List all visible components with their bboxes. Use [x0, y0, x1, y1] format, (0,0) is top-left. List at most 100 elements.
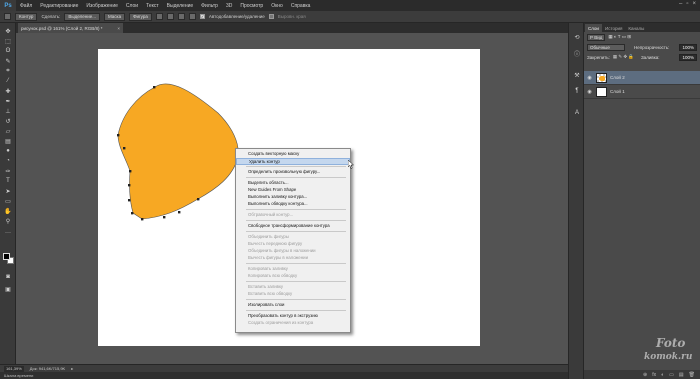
context-menu-item[interactable]: Определить произвольную фигуру... [236, 169, 350, 176]
context-menu-item[interactable]: New Guides From Shape [236, 187, 350, 194]
stamp-tool-icon[interactable]: ⊥ [3, 107, 13, 115]
pen-tool-icon[interactable] [4, 13, 11, 20]
hand-tool-icon[interactable]: ✋ [3, 207, 13, 215]
blur-tool-icon[interactable]: ● [3, 147, 13, 155]
gradient-tool-icon[interactable]: ▤ [3, 137, 13, 145]
context-menu-item: Вставить всю обводку [248, 290, 293, 296]
gear-icon[interactable] [188, 13, 196, 20]
properties-panel-icon[interactable]: ⓘ [573, 49, 581, 58]
history-brush-tool-icon[interactable]: ↺ [3, 117, 13, 125]
maximize-icon[interactable]: ▫ [686, 1, 688, 7]
context-menu-item[interactable]: Удалить контур [236, 157, 350, 165]
healing-tool-icon[interactable]: ✚ [3, 87, 13, 95]
pen-tool-icon[interactable]: ✑ [3, 167, 13, 175]
eyedropper-tool-icon[interactable]: ⁄ [3, 77, 13, 85]
layer-row[interactable]: ◉ Слой 1 [584, 85, 700, 99]
panel-tab[interactable]: Слои [585, 24, 602, 32]
context-menu-item[interactable]: Преобразовать контур в экструзию [236, 313, 350, 320]
filter-icons[interactable]: ▦ ◐ T ▭ ⊞ [608, 34, 631, 40]
status-arrow-icon[interactable]: ▸ [71, 366, 73, 371]
zoom-tool-icon[interactable]: ⚲ [3, 217, 13, 225]
menu-item[interactable]: Текст [142, 3, 163, 9]
menu-item[interactable]: Файл [16, 3, 36, 9]
quick-mask-icon[interactable]: ◙ [3, 273, 13, 281]
marquee-tool-icon[interactable]: ⬚ [3, 37, 13, 45]
tool-mode-select[interactable]: Контур [15, 12, 38, 21]
foreground-color-swatch[interactable] [3, 253, 10, 260]
menu-item[interactable]: Изображение [82, 3, 122, 9]
menu-separator [246, 177, 346, 179]
menu-item[interactable]: Просмотр [236, 3, 267, 9]
brush-tool-icon[interactable]: ✒ [3, 97, 13, 105]
align-edges-checkbox[interactable] [268, 14, 274, 19]
path-arrangement-icon[interactable] [177, 13, 185, 20]
zoom-field[interactable]: 161,39% [4, 365, 24, 372]
menu-item[interactable]: Справка [287, 3, 315, 9]
paragraph-panel-icon[interactable]: ¶ [573, 87, 581, 95]
selection-button[interactable]: Выделение... [64, 12, 100, 21]
menu-item[interactable]: Фильтр [197, 3, 222, 9]
menu-separator [246, 166, 346, 168]
layer-filter-select[interactable]: Р Вид [587, 33, 606, 41]
make-label: Сделать: [41, 14, 61, 19]
minimize-icon[interactable]: – [679, 1, 682, 7]
panel-tab[interactable]: Каналы [625, 24, 647, 32]
context-menu-item[interactable]: Создать векторную маску [236, 151, 350, 158]
path-alignment-icon[interactable] [166, 13, 174, 20]
menu-item[interactable]: Редактирование [36, 3, 82, 9]
menu-separator [246, 310, 346, 312]
context-menu-item: Вычесть переднюю фигуру [248, 240, 303, 246]
close-icon[interactable]: × [692, 1, 696, 7]
eraser-tool-icon[interactable]: ▱ [3, 127, 13, 135]
tool-presets-icon[interactable]: ⚒ [573, 71, 581, 79]
menu-item[interactable]: 3D [222, 3, 236, 9]
move-tool-icon[interactable]: ✥ [3, 27, 13, 35]
lasso-tool-icon[interactable]: ʘ [3, 47, 13, 55]
layer-thumbnail [596, 86, 607, 97]
shape-button[interactable]: Фигура [129, 12, 152, 21]
eye-icon[interactable]: ◉ [586, 75, 593, 81]
dodge-tool-icon[interactable]: ◔ [3, 157, 13, 165]
tab-close-icon[interactable]: × [117, 26, 120, 31]
menu-items: Файл Редактирование Изображение Слои Текст Вы… [16, 3, 314, 9]
menu-item[interactable]: Окно [267, 3, 287, 9]
document-tab[interactable]: рисунок.psd @ 161% (Слой 2, RGB/8) * × [18, 23, 123, 33]
menu-item[interactable]: Выделение [163, 3, 198, 9]
path-selection-tool-icon[interactable]: ➤ [3, 187, 13, 195]
options-bar: Контур Сделать: Выделение... Маска Фигур… [0, 11, 700, 23]
context-menu-item: Объединить фигуры [248, 233, 289, 239]
document-tab-title: рисунок.psd @ 161% (Слой 2, RGB/8) * [21, 25, 103, 31]
context-menu-item[interactable]: Выделить область... [236, 180, 350, 187]
screen-mode-icon[interactable]: ▣ [3, 285, 13, 293]
character-panel-icon[interactable]: A [573, 109, 581, 117]
context-menu-item[interactable]: Изолировать слои [236, 302, 350, 309]
more-tools-icon[interactable]: ··· [3, 229, 13, 237]
watermark-line-1: Foto [656, 336, 686, 350]
type-tool-icon[interactable]: T [3, 177, 13, 185]
timeline-bar[interactable]: Шкала времени [0, 372, 568, 379]
layer-row[interactable]: ◉ Слой 2 [584, 71, 700, 85]
context-menu-item[interactable]: Выполнить обводку контура... [236, 201, 350, 208]
crop-tool-icon[interactable]: ⌗ [3, 67, 13, 75]
panel-tab[interactable]: История [602, 24, 625, 32]
eye-icon[interactable]: ◉ [586, 89, 593, 95]
history-panel-icon[interactable]: ⟲ [573, 33, 581, 41]
context-menu-item: Объединить фигуры в наложении [248, 247, 316, 253]
tools-panel: ✥ ⬚ ʘ ✎ ⌗ ⁄ ✚ ✒ ⊥ ↺ ▱ ▤ ● ◔ ✑ T ➤ ▭ ✋ ⚲ … [0, 23, 16, 371]
shape-tool-icon[interactable]: ▭ [3, 197, 13, 205]
blend-mode-select[interactable]: Обычные [587, 43, 625, 51]
lock-icons[interactable]: ▦ ✎ ✥ 🔒 [613, 54, 634, 60]
photoshop-logo: Ps [0, 0, 16, 11]
context-menu-item[interactable]: Свободное трансформирование контура [236, 223, 350, 230]
quick-select-tool-icon[interactable]: ✎ [3, 57, 13, 65]
fill-field[interactable]: 100% [679, 53, 697, 61]
menu-separator [246, 263, 346, 265]
autoadd-checkbox[interactable]: ✓ [199, 14, 205, 19]
mask-button[interactable]: Маска [103, 12, 126, 21]
menu-item[interactable]: Слои [122, 3, 142, 9]
window-controls: – ▫ × [679, 1, 696, 7]
path-operations-icon[interactable] [155, 13, 163, 20]
fill-label: Заливка: [640, 54, 660, 60]
opacity-field[interactable]: 100% [679, 43, 697, 51]
context-menu-item[interactable]: Выполнить заливку контура... [236, 194, 350, 201]
